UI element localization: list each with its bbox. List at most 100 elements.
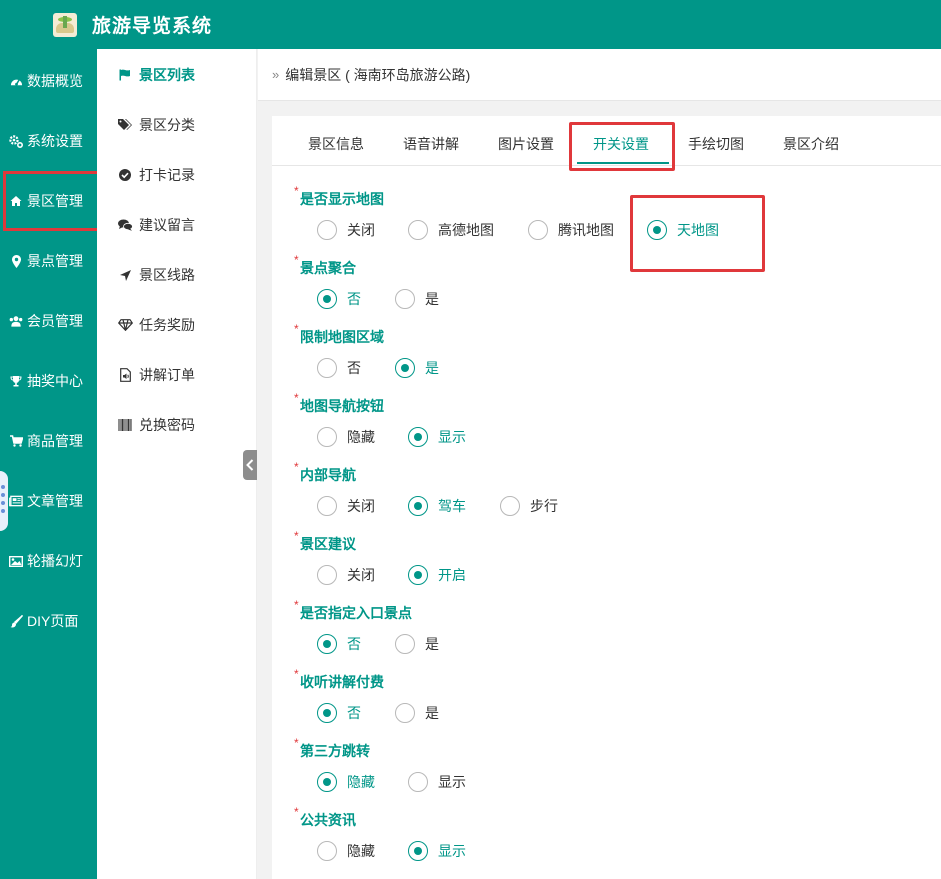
radio-spot-cluster-no[interactable]: 否: [317, 288, 361, 310]
nav-item-label: 会员管理: [27, 313, 83, 329]
radio-scenic-suggestion-off[interactable]: 关闭: [317, 564, 375, 586]
home-icon: [9, 194, 23, 208]
nav-item-member-management[interactable]: 会员管理: [0, 291, 97, 351]
radio-internal-nav-walk[interactable]: 步行: [500, 495, 558, 517]
nav-item-product-management[interactable]: 商品管理: [0, 411, 97, 471]
tab-scenic-info[interactable]: 景区信息: [308, 128, 364, 164]
required-mark: *: [294, 460, 299, 474]
edit-panel: 景区信息 语音讲解 图片设置 开关设置 手绘切图 景区介绍 * 是否显示地图 关闭…: [272, 116, 941, 879]
subnav-item-suggestions[interactable]: 建议留言: [97, 200, 257, 250]
tags-icon: [117, 119, 133, 131]
required-mark: *: [294, 391, 299, 405]
nav-item-carousel-slides[interactable]: 轮播幻灯: [0, 531, 97, 591]
tab-handdrawn-tiles[interactable]: 手绘切图: [688, 128, 744, 164]
subnav-item-label: 景区分类: [139, 117, 195, 133]
radio-paid-audio-no[interactable]: 否: [317, 702, 361, 724]
field-label-scenic-suggestion: * 景区建议: [294, 529, 356, 552]
radio-entry-spot-yes[interactable]: 是: [395, 633, 439, 655]
nav-item-label: 系统设置: [27, 133, 83, 149]
radio-public-news-show[interactable]: 显示: [408, 840, 466, 862]
radio-circle-icon: [317, 703, 337, 723]
nav-item-label: 数据概览: [27, 73, 83, 89]
required-mark: *: [294, 529, 299, 543]
radio-limit-map-area-yes[interactable]: 是: [395, 357, 439, 379]
subnav-item-scenic-category[interactable]: 景区分类: [97, 100, 257, 150]
breadcrumb: » 编辑景区 ( 海南环岛旅游公路): [258, 49, 941, 101]
required-mark: *: [294, 184, 299, 198]
subnav-item-redeem-codes[interactable]: 兑换密码: [97, 400, 257, 450]
highlight-box-option: [630, 195, 765, 272]
field-label-paid-audio: * 收听讲解付费: [294, 667, 384, 690]
radio-circle-icon: [408, 220, 428, 240]
required-mark: *: [294, 253, 299, 267]
image-icon: [9, 554, 23, 568]
collapse-sidebar-button[interactable]: [243, 450, 257, 480]
barcode-icon: [117, 419, 133, 431]
radio-circle-icon: [317, 427, 337, 447]
field-label-public-news: * 公共资讯: [294, 805, 356, 828]
radio-internal-nav-drive[interactable]: 驾车: [408, 495, 466, 517]
users-icon: [9, 314, 23, 328]
radio-circle-icon: [395, 289, 415, 309]
cart-icon: [9, 434, 23, 448]
radio-circle-icon: [317, 841, 337, 861]
nav-item-label: 抽奖中心: [27, 373, 83, 389]
radio-spot-cluster-yes[interactable]: 是: [395, 288, 439, 310]
nav-item-article-management[interactable]: 文章管理: [0, 471, 97, 531]
radio-third-party-jump-hide[interactable]: 隐藏: [317, 771, 375, 793]
radio-circle-icon: [317, 496, 337, 516]
required-mark: *: [294, 598, 299, 612]
radio-map-nav-button-hide[interactable]: 隐藏: [317, 426, 375, 448]
radio-public-news-hide[interactable]: 隐藏: [317, 840, 375, 862]
radio-internal-nav-off[interactable]: 关闭: [317, 495, 375, 517]
radio-circle-icon: [500, 496, 520, 516]
floating-side-handle[interactable]: [0, 471, 8, 531]
tab-image-settings[interactable]: 图片设置: [498, 128, 554, 164]
subnav-item-scenic-list[interactable]: 景区列表: [97, 50, 257, 100]
nav-item-scenic-management[interactable]: 景区管理: [3, 171, 103, 231]
nav-item-diy-page[interactable]: DIY页面: [0, 591, 97, 651]
subnav-item-scenic-routes[interactable]: 景区线路: [97, 250, 257, 300]
map-marker-icon: [9, 254, 23, 268]
radio-entry-spot-no[interactable]: 否: [317, 633, 361, 655]
radio-circle-icon: [408, 496, 428, 516]
radio-circle-icon: [395, 358, 415, 378]
radio-show-map-off[interactable]: 关闭: [317, 219, 375, 241]
radio-circle-icon: [528, 220, 548, 240]
radio-circle-icon: [317, 289, 337, 309]
newspaper-icon: [9, 494, 23, 508]
nav-item-data-overview[interactable]: 数据概览: [0, 51, 97, 111]
radio-map-nav-button-show[interactable]: 显示: [408, 426, 466, 448]
radio-paid-audio-yes[interactable]: 是: [395, 702, 439, 724]
brush-icon: [9, 614, 23, 628]
radio-circle-icon: [317, 772, 337, 792]
tab-scenic-intro[interactable]: 景区介绍: [783, 128, 839, 164]
location-arrow-icon: [117, 269, 133, 281]
main-sidebar: 数据概览 系统设置 景区管理 景点管理 会员管理 抽奖中心 商品管理 文章管理 …: [0, 49, 103, 879]
radio-third-party-jump-show[interactable]: 显示: [408, 771, 466, 793]
radio-circle-icon: [408, 565, 428, 585]
radio-limit-map-area-no[interactable]: 否: [317, 357, 361, 379]
top-header: 旅游导览系统: [0, 0, 941, 49]
tab-audio-guide[interactable]: 语音讲解: [403, 128, 459, 164]
nav-item-label: 轮播幻灯: [27, 553, 83, 569]
subnav-item-task-rewards[interactable]: 任务奖励: [97, 300, 257, 350]
app-logo-icon: [53, 12, 77, 37]
subnav-item-checkin-records[interactable]: 打卡记录: [97, 150, 257, 200]
nav-item-system-settings[interactable]: 系统设置: [0, 111, 97, 171]
radio-circle-icon: [317, 634, 337, 654]
nav-item-lottery-center[interactable]: 抽奖中心: [0, 351, 97, 411]
radio-circle-icon: [395, 634, 415, 654]
radio-scenic-suggestion-on[interactable]: 开启: [408, 564, 466, 586]
nav-item-spot-management[interactable]: 景点管理: [0, 231, 97, 291]
nav-item-label: 景点管理: [27, 253, 83, 269]
radio-show-map-amap[interactable]: 高德地图: [408, 219, 494, 241]
subnav-item-audio-orders[interactable]: 讲解订单: [97, 350, 257, 400]
comments-icon: [117, 219, 133, 231]
subnav-item-label: 景区列表: [139, 67, 195, 83]
trophy-icon: [9, 374, 23, 388]
subnav-item-label: 兑换密码: [139, 417, 195, 433]
radio-show-map-tencent[interactable]: 腾讯地图: [528, 219, 614, 241]
radio-circle-icon: [317, 358, 337, 378]
radio-circle-icon: [408, 427, 428, 447]
